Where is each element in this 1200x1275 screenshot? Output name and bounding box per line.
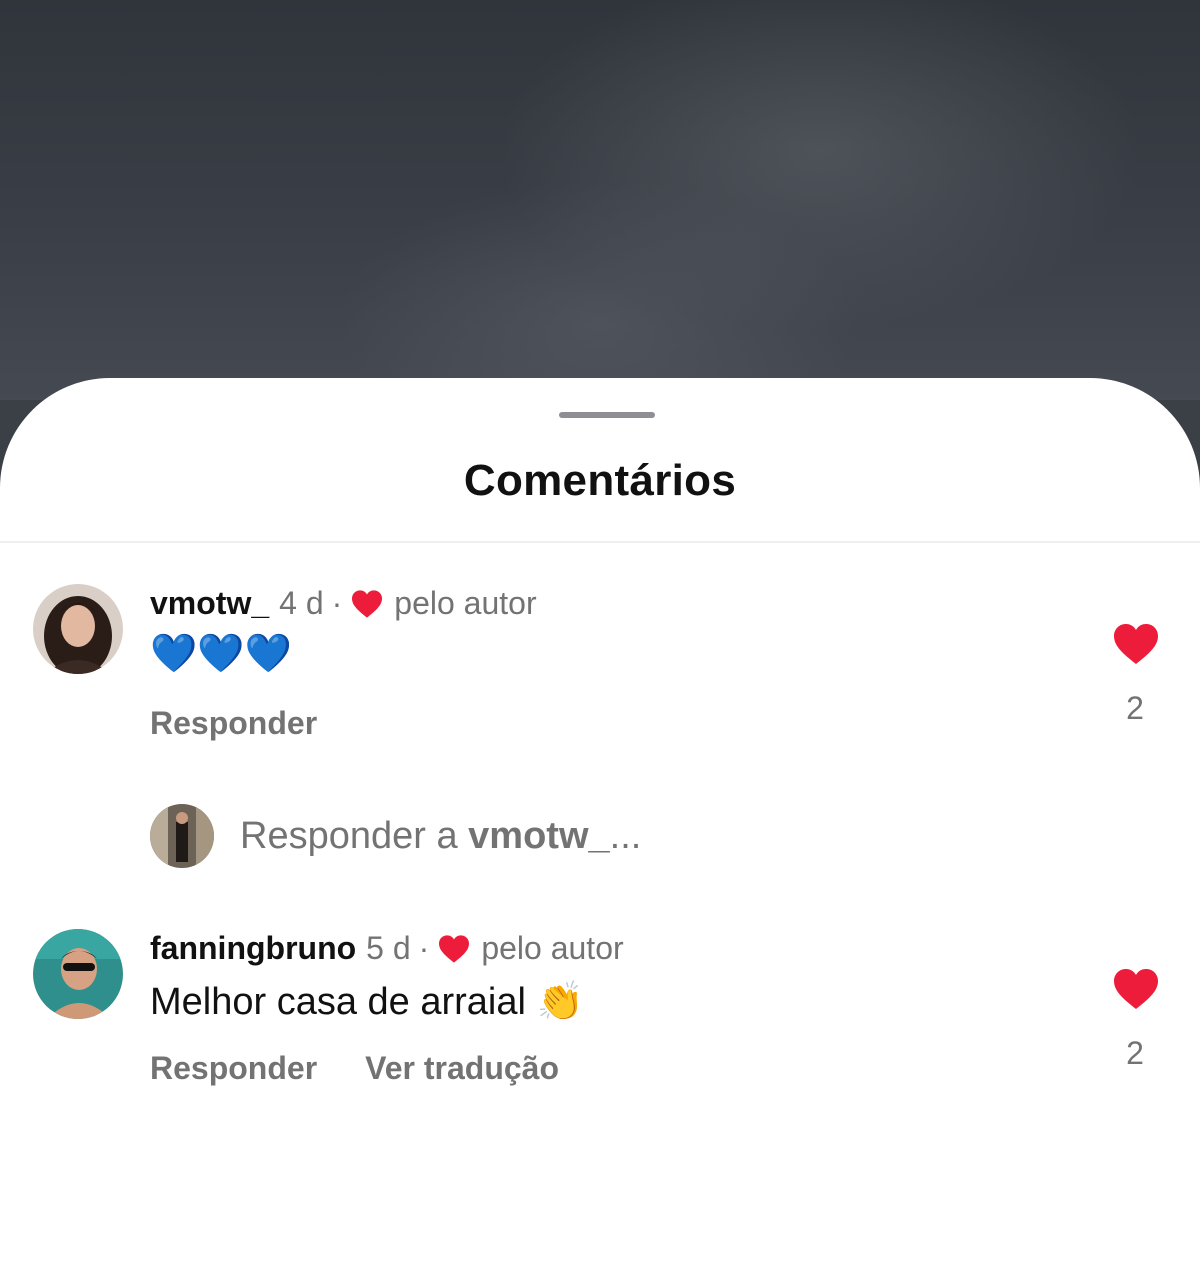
heart-icon	[439, 934, 470, 963]
header-divider	[0, 541, 1200, 543]
blurred-post-backdrop	[0, 0, 1200, 400]
meta-separator: ·	[331, 585, 343, 621]
reply-placeholder[interactable]: Responder a vmotw_...	[240, 815, 641, 858]
like-count: 2	[1126, 690, 1144, 726]
current-user-avatar	[150, 804, 214, 868]
comment-actions: Responder	[150, 705, 317, 742]
heart-filled-icon[interactable]	[1112, 967, 1160, 1011]
reply-target: vmotw_	[468, 814, 610, 857]
heart-icon	[352, 589, 383, 618]
comment-text: 💙💙💙	[150, 633, 292, 675]
heart-filled-icon[interactable]	[1112, 622, 1160, 666]
avatar[interactable]	[33, 929, 123, 1019]
reply-button[interactable]: Responder	[150, 705, 317, 742]
comment-username[interactable]: fanningbruno	[150, 930, 356, 967]
sheet-drag-handle[interactable]	[559, 412, 655, 418]
author-like-label: pelo autor	[394, 585, 537, 621]
comment-meta: fanningbruno 5 d · pelo autor	[150, 930, 624, 967]
author-like-label: pelo autor	[481, 930, 624, 966]
comment-time: 4 d	[279, 585, 324, 621]
meta-separator: ·	[418, 930, 430, 966]
translate-button[interactable]: Ver tradução	[365, 1050, 559, 1087]
comment-text: Melhor casa de arraial 👏	[150, 981, 584, 1023]
like-count: 2	[1126, 1035, 1144, 1071]
comment-actions: Responder Ver tradução	[150, 1050, 559, 1087]
reply-input[interactable]: Responder a vmotw_...	[150, 804, 641, 868]
comment-time: 5 d	[366, 930, 411, 966]
sheet-title: Comentários	[463, 456, 737, 505]
comment-username[interactable]: vmotw_	[150, 585, 269, 622]
reply-prefix: Responder a	[240, 814, 458, 857]
reply-ellipsis: ...	[609, 814, 642, 857]
avatar[interactable]	[33, 584, 123, 674]
comment-meta: vmotw_ 4 d · pelo autor	[150, 585, 537, 622]
reply-button[interactable]: Responder	[150, 1050, 317, 1087]
